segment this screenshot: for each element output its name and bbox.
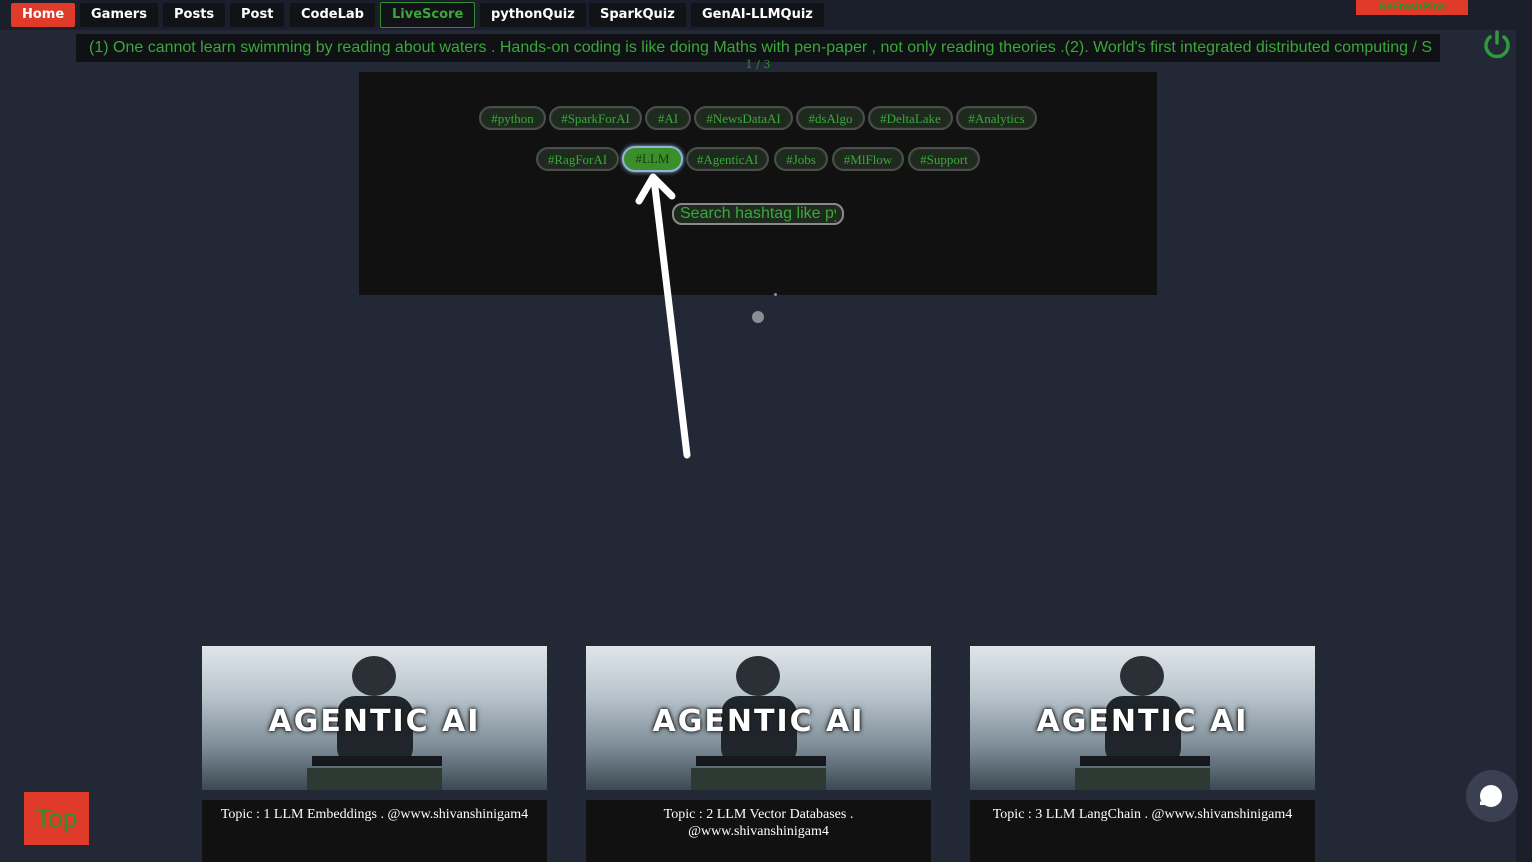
hashtag-ai[interactable]: #AI — [645, 106, 691, 130]
hashtag-support[interactable]: #Support — [908, 147, 980, 171]
nav-genai-llmquiz[interactable]: GenAI-LLMQuiz — [691, 3, 824, 27]
nav-posts[interactable]: Posts — [163, 3, 226, 27]
card-image-title: AGENTIC AI — [268, 704, 481, 739]
card-image-title: AGENTIC AI — [1036, 704, 1249, 739]
post-card-1[interactable]: AGENTIC AI Topic : 1 LLM Embeddings . @w… — [202, 646, 547, 862]
annotation-arrow-icon — [635, 173, 691, 459]
hashtag-sparkforai[interactable]: #SparkForAI — [549, 106, 642, 130]
page-scrollbar[interactable] — [1516, 0, 1532, 862]
post-card-2[interactable]: AGENTIC AI Topic : 2 LLM Vector Database… — [586, 646, 931, 862]
chat-bubble-tail — [1480, 801, 1486, 805]
card-image-title: AGENTIC AI — [652, 704, 865, 739]
hashtag-deltalake[interactable]: #DeltaLake — [868, 106, 953, 130]
hashtag-mlflow[interactable]: #MlFlow — [832, 147, 904, 171]
nav-sparkquiz[interactable]: SparkQuiz — [589, 3, 686, 27]
agentic-ai-image[interactable]: AGENTIC AI — [970, 646, 1315, 790]
hashtag-newsdataai[interactable]: #NewsDataAI — [694, 106, 793, 130]
agentic-ai-image[interactable]: AGENTIC AI — [586, 646, 931, 790]
post-card-3[interactable]: AGENTIC AI Topic : 3 LLM LangChain . @ww… — [970, 646, 1315, 862]
card-caption[interactable]: Topic : 1 LLM Embeddings . @www.shivansh… — [202, 800, 547, 862]
card-caption[interactable]: Topic : 3 LLM LangChain . @www.shivanshi… — [970, 800, 1315, 862]
card-caption[interactable]: Topic : 2 LLM Vector Databases . @www.sh… — [586, 800, 931, 862]
slider-dot-small — [774, 293, 777, 296]
nav-post[interactable]: Post — [230, 3, 285, 27]
nav-livescore[interactable]: LiveScore — [380, 2, 476, 28]
nav-gamers[interactable]: Gamers — [80, 3, 158, 27]
hashtag-dsalgo[interactable]: #dsAlgo — [796, 106, 865, 130]
top-nav: Home Gamers Posts Post CodeLab LiveScore… — [0, 0, 1516, 30]
hashtag-ragforai[interactable]: #RagForAI — [536, 147, 619, 171]
hashtag-python[interactable]: #python — [479, 106, 546, 130]
nav-codelab[interactable]: CodeLab — [290, 3, 375, 27]
nav-home[interactable]: Home — [11, 3, 76, 27]
nav-pythonquiz[interactable]: pythonQuiz — [480, 3, 586, 27]
slide-counter: 1 / 3 — [745, 58, 771, 71]
hashtag-analytics[interactable]: #Analytics — [956, 106, 1037, 130]
marquee-text: (1) One cannot learn swimming by reading… — [89, 39, 1432, 56]
back-to-top-button[interactable]: Top — [24, 792, 89, 845]
hashtag-jobs[interactable]: #Jobs — [774, 147, 828, 171]
slider-dot[interactable] — [752, 311, 764, 323]
power-icon[interactable] — [1480, 28, 1514, 62]
refresh-pins-button[interactable]: ReFreshPins — [1356, 0, 1468, 15]
agentic-ai-image[interactable]: AGENTIC AI — [202, 646, 547, 790]
chat-icon[interactable] — [1466, 770, 1518, 822]
